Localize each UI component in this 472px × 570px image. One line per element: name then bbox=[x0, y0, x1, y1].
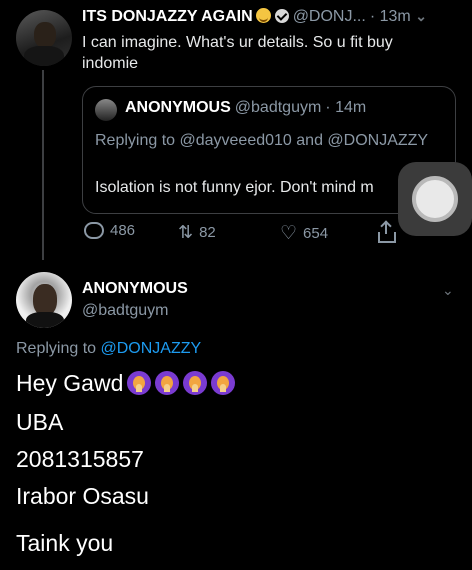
praying-emoji-icon bbox=[127, 371, 152, 395]
timestamp[interactable]: · 13m bbox=[370, 8, 411, 25]
reply-line-4: Irabor Osasu bbox=[16, 483, 149, 509]
reply-action[interactable]: 486 bbox=[84, 222, 135, 239]
quoted-avatar bbox=[95, 99, 117, 121]
like-action[interactable]: ♡ 654 bbox=[280, 222, 328, 245]
reply-icon bbox=[84, 222, 104, 239]
heart-icon: ♡ bbox=[280, 223, 298, 244]
reply-line-2: UBA bbox=[16, 409, 64, 435]
retweet-count: 82 bbox=[199, 224, 216, 241]
quoted-display-name: ANONYMOUS bbox=[125, 99, 231, 116]
quoted-timestamp: · 14m bbox=[325, 99, 367, 116]
reply-count: 486 bbox=[110, 222, 136, 239]
replying-prefix: Replying to bbox=[16, 340, 97, 357]
tweet-text: I can imagine. What's ur details. So u f… bbox=[82, 34, 393, 72]
assistive-touch-button[interactable] bbox=[398, 162, 472, 236]
thread-line bbox=[42, 70, 44, 260]
like-count: 654 bbox=[303, 225, 329, 242]
reply-handle[interactable]: @badtguym bbox=[82, 302, 169, 320]
verified-badge-icon bbox=[274, 9, 289, 23]
reply-display-name[interactable]: ANONYMOUS bbox=[82, 280, 188, 298]
avatar-anonymous[interactable] bbox=[16, 272, 72, 328]
tweet-header: ITS DONJAZZY AGAIN @DONJ... · 13m ⌄ bbox=[82, 8, 427, 26]
chevron-down-icon[interactable]: ⌄ bbox=[442, 282, 454, 299]
avatar-donjazzy[interactable] bbox=[16, 10, 72, 66]
praying-emoji-icon bbox=[155, 371, 180, 395]
handle[interactable]: @DONJ... bbox=[293, 8, 366, 25]
reply-line-1-text: Hey Gawd bbox=[16, 370, 124, 396]
share-action[interactable] bbox=[378, 222, 396, 243]
quoted-replying-to: Replying to @dayveeed010 and @DONJAZZY bbox=[95, 132, 429, 149]
replying-to: Replying to @DONJAZZY bbox=[16, 340, 201, 358]
reply-line-5: Taink you bbox=[16, 530, 114, 556]
reply-line-3: 2081315857 bbox=[16, 446, 144, 472]
assistive-touch-icon bbox=[412, 176, 458, 222]
retweet-action[interactable]: ⇅ 82 bbox=[178, 222, 216, 243]
reply-line-1: Hey Gawd bbox=[16, 370, 236, 397]
quoted-header: ANONYMOUS @badtguym · 14m bbox=[125, 99, 366, 117]
chevron-down-icon[interactable]: ⌄ bbox=[415, 8, 427, 24]
replying-user-link[interactable]: @DONJAZZY bbox=[101, 340, 202, 357]
retweet-icon: ⇅ bbox=[178, 222, 194, 242]
praying-emoji-icon bbox=[211, 371, 236, 395]
quoted-text: Isolation is not funny ejor. Don't mind … bbox=[95, 179, 374, 196]
praying-emoji-icon bbox=[183, 371, 208, 395]
share-icon bbox=[378, 222, 396, 243]
display-name[interactable]: ITS DONJAZZY AGAIN bbox=[82, 8, 253, 25]
quoted-handle: @badtguym bbox=[234, 99, 322, 116]
grinning-emoji-icon bbox=[255, 8, 271, 23]
